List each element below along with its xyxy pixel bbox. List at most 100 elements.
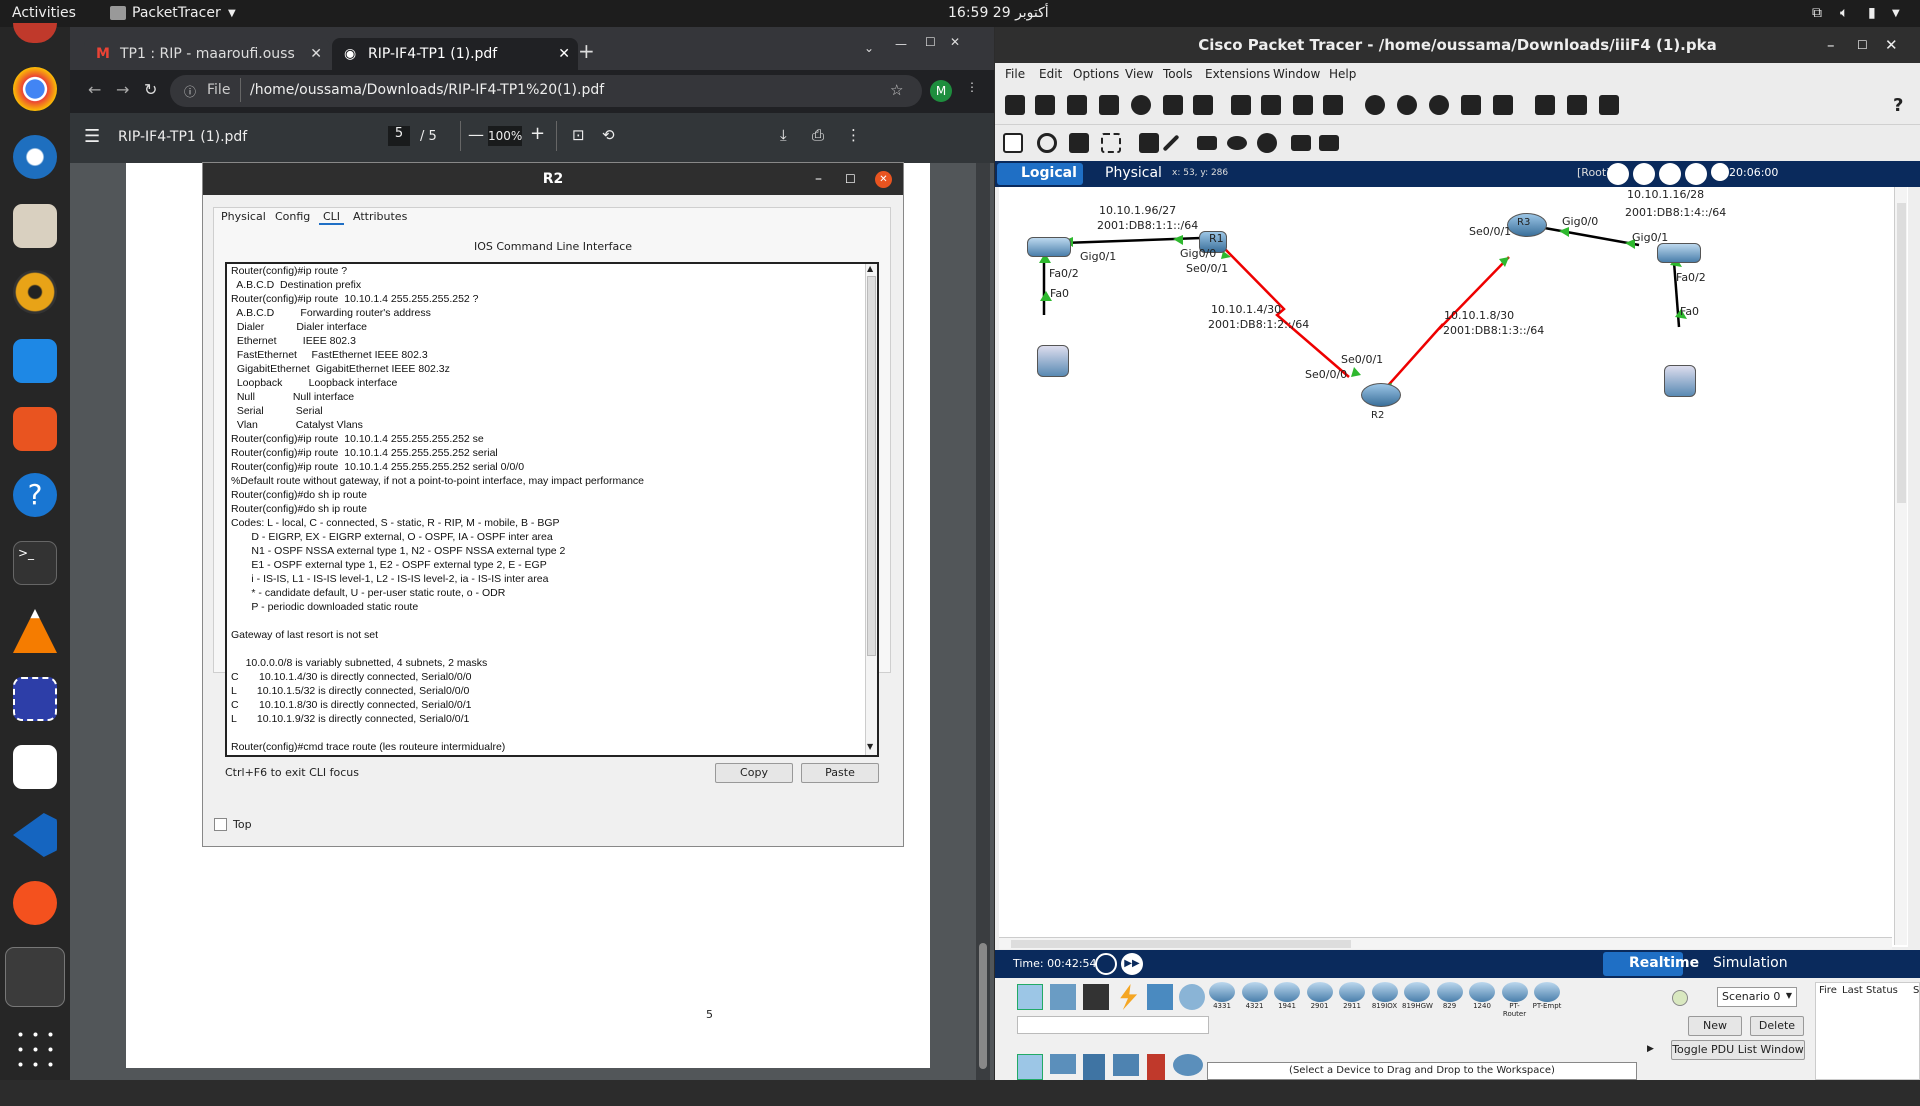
rotate-icon[interactable]: ⟲ <box>602 126 615 144</box>
category-end-devices-icon[interactable] <box>1050 984 1076 1010</box>
device-model-1240[interactable]: 1240 <box>1467 982 1497 1022</box>
ellipse-icon[interactable] <box>1227 136 1247 150</box>
copy-button[interactable]: Copy <box>715 763 793 783</box>
undo-icon[interactable] <box>1293 95 1313 115</box>
menu-options[interactable]: Options <box>1073 67 1119 81</box>
download-icon[interactable]: ⤓ <box>780 126 787 144</box>
files-icon[interactable] <box>13 204 57 248</box>
add-simple-pdu-icon[interactable] <box>1291 135 1311 151</box>
page-number-input[interactable]: 5 <box>388 126 410 146</box>
security-type-icon[interactable] <box>1147 1054 1165 1080</box>
clock[interactable]: 16:59 29 أكتوبر <box>948 5 1049 21</box>
print-icon[interactable]: ⎙ <box>812 126 824 144</box>
switch-type-icon[interactable] <box>1050 1054 1076 1074</box>
cli-output[interactable]: Router(config)#ip route ? A.B.C.D Destin… <box>227 264 877 754</box>
paste-icon[interactable] <box>1261 95 1281 115</box>
line-icon[interactable] <box>1162 134 1180 152</box>
device-model-2901[interactable]: 2901 <box>1305 982 1335 1022</box>
maximize-icon[interactable]: ☐ <box>925 35 936 49</box>
maximize-icon[interactable]: ☐ <box>1857 27 1868 63</box>
tab-config[interactable]: Config <box>275 210 310 223</box>
device-model-2911[interactable]: 2911 <box>1337 982 1367 1022</box>
open-icon[interactable] <box>1035 95 1055 115</box>
power-cycle-icon[interactable] <box>1095 953 1117 975</box>
device-model-829[interactable]: 829 <box>1435 982 1465 1022</box>
rectangle-icon[interactable] <box>1197 136 1217 150</box>
server-icon[interactable] <box>1567 95 1587 115</box>
cli-terminal[interactable]: Router(config)#ip route ? A.B.C.D Destin… <box>225 262 879 757</box>
switch2-icon[interactable] <box>1657 243 1701 263</box>
chrome-icon[interactable] <box>13 67 57 111</box>
close-icon[interactable]: ✕ <box>950 35 960 49</box>
delete-icon[interactable] <box>1069 133 1089 153</box>
scroll-down-icon[interactable]: ▼ <box>867 742 873 751</box>
scenario-select[interactable]: Scenario 0 ▼ <box>1717 987 1797 1007</box>
back-icon[interactable] <box>1607 163 1629 185</box>
logical-workspace[interactable]: 10.10.1.96/27 2001:DB8:1:1::/64 R1 Gig0/… <box>999 187 1908 947</box>
chevron-right-icon[interactable]: ▶ <box>1647 1044 1654 1054</box>
switch1-icon[interactable] <box>1027 237 1071 257</box>
omnibox[interactable]: ⓘ File /home/oussama/Downloads/RIP-IF4-T… <box>170 75 922 107</box>
logical-tab[interactable]: Logical <box>997 163 1083 185</box>
zoom-out-icon[interactable] <box>1429 95 1449 115</box>
system-menu-icon[interactable]: ▼ <box>1892 8 1900 19</box>
battery-icon[interactable]: ▮ <box>1868 5 1876 21</box>
close-icon[interactable]: ✕ <box>875 171 892 188</box>
forward-icon[interactable]: → <box>116 80 129 99</box>
new-scenario-button[interactable]: New <box>1688 1016 1742 1036</box>
info-icon[interactable] <box>1131 95 1151 115</box>
cloud-icon[interactable] <box>1633 163 1655 185</box>
device-model-4321[interactable]: 4321 <box>1240 982 1270 1022</box>
menu-file[interactable]: File <box>1005 67 1025 81</box>
vscode-icon[interactable] <box>13 813 57 857</box>
url-text[interactable]: /home/oussama/Downloads/RIP-IF4-TP1%20(1… <box>250 82 604 98</box>
hamburger-icon[interactable]: ☰ <box>84 126 100 147</box>
device-model-819hgw[interactable]: 819HGW <box>1402 982 1433 1022</box>
workspace-vscrollbar[interactable] <box>1894 187 1907 945</box>
app-icon[interactable] <box>13 23 57 43</box>
app-menu-button[interactable]: PacketTracer <box>132 5 221 21</box>
device-model-1941[interactable]: 1941 <box>1272 982 1302 1022</box>
zoom-in-button[interactable]: + <box>530 123 545 144</box>
show-apps-icon[interactable] <box>13 1027 57 1071</box>
scroll-up-icon[interactable]: ▲ <box>867 264 873 273</box>
workspace-hscrollbar[interactable] <box>999 937 1892 949</box>
zoom-input[interactable]: 100% <box>488 126 522 146</box>
close-icon[interactable]: ✕ <box>1885 27 1898 63</box>
vlc-icon[interactable] <box>13 609 57 653</box>
category-multiuser-icon[interactable] <box>1179 984 1205 1010</box>
fast-forward-icon[interactable]: ▶▶ <box>1121 953 1143 975</box>
delete-scenario-button[interactable]: Delete <box>1750 1016 1804 1036</box>
pc1-icon[interactable] <box>1037 345 1069 377</box>
device-search-field[interactable] <box>1017 1016 1209 1034</box>
device-model-pt-empt[interactable]: PT-Empt <box>1532 982 1562 1022</box>
hub-type-icon[interactable] <box>1083 1054 1105 1080</box>
help-icon[interactable]: ? <box>1893 95 1903 116</box>
resize-icon[interactable] <box>1101 133 1121 153</box>
zoom-reset-icon[interactable] <box>1397 95 1417 115</box>
scrollbar-thumb[interactable] <box>979 943 987 1069</box>
profile-avatar[interactable]: M <box>930 80 952 102</box>
minimize-icon[interactable]: – <box>1827 27 1835 63</box>
menu-edit[interactable]: Edit <box>1039 67 1062 81</box>
screen-icon[interactable] <box>1599 95 1619 115</box>
writer-icon[interactable] <box>13 339 57 383</box>
tab-physical[interactable]: Physical <box>221 210 266 223</box>
copy-icon[interactable] <box>1231 95 1251 115</box>
scrollbar-thumb[interactable] <box>1011 940 1351 948</box>
menu-window[interactable]: Window <box>1273 67 1320 81</box>
bookmark-star-icon[interactable]: ☆ <box>890 81 903 99</box>
pt-title-bar[interactable]: Cisco Packet Tracer - /home/oussama/Down… <box>995 27 1920 63</box>
category-connections-icon[interactable] <box>1120 984 1138 1010</box>
help-icon[interactable]: ? <box>13 473 57 517</box>
device-model-pt-router[interactable]: PT-Router <box>1500 982 1530 1022</box>
category-components-icon[interactable] <box>1083 984 1109 1010</box>
info-icon[interactable]: ⓘ <box>184 83 196 100</box>
back-icon[interactable]: ← <box>88 80 101 99</box>
freeform-icon[interactable] <box>1257 133 1277 153</box>
menu-extensions[interactable]: Extensions <box>1205 67 1270 81</box>
more-icon[interactable]: ⋮ <box>846 126 861 144</box>
wireless-type-icon[interactable] <box>1113 1054 1139 1076</box>
volume-icon[interactable]: 🔈︎ <box>1840 5 1848 21</box>
physical-tab[interactable]: Physical <box>1087 163 1163 185</box>
